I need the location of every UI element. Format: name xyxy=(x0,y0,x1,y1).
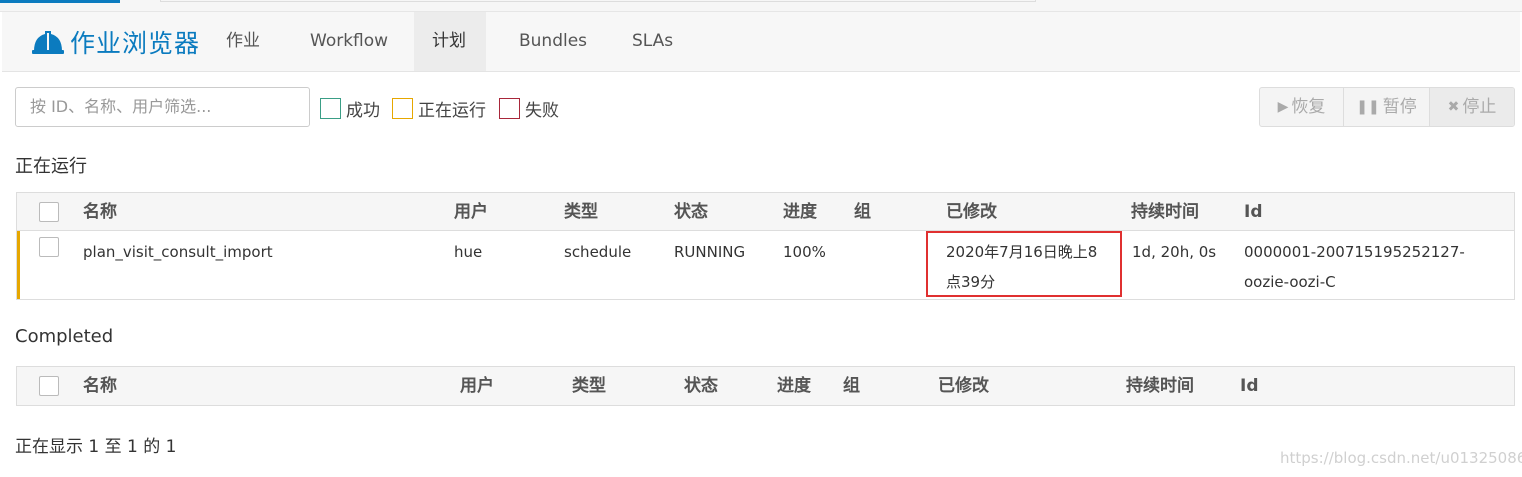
filter-success-label: 成功 xyxy=(346,100,380,121)
completed-col-type[interactable]: 类型 xyxy=(572,367,606,405)
running-checkbox[interactable] xyxy=(392,97,413,119)
tab-workflow[interactable]: Workflow xyxy=(292,12,406,71)
search-input[interactable]: 按 ID、名称、用户筛选... xyxy=(15,87,310,127)
filter-failed-label: 失败 xyxy=(525,100,559,121)
row-type: schedule xyxy=(564,243,632,261)
row-checkbox[interactable] xyxy=(39,237,59,257)
col-name[interactable]: 名称 xyxy=(83,193,117,231)
watermark: https://blog.csdn.net/u013250861 xyxy=(1280,449,1522,467)
failed-checkbox[interactable] xyxy=(499,97,520,119)
row-id: 0000001-200715195252127- oozie-oozi-C xyxy=(1244,237,1465,297)
resume-label: 恢复 xyxy=(1291,97,1326,117)
pause-button[interactable]: ❚❚ 暂停 xyxy=(1344,88,1430,126)
running-section-title: 正在运行 xyxy=(15,156,87,177)
close-icon: ✖ xyxy=(1447,99,1460,115)
col-modified[interactable]: 已修改 xyxy=(946,193,997,231)
tab-slas[interactable]: SLAs xyxy=(614,12,691,71)
col-status[interactable]: 状态 xyxy=(674,193,708,231)
completed-section-title: Completed xyxy=(15,326,114,347)
highlight-box xyxy=(926,231,1122,297)
completed-col-id[interactable]: Id xyxy=(1240,367,1259,405)
row-name[interactable]: plan_visit_consult_import xyxy=(83,237,273,267)
tab-schedule[interactable]: 计划 xyxy=(414,12,486,71)
filter-success[interactable]: 成功 xyxy=(320,96,380,121)
select-all-checkbox[interactable] xyxy=(39,202,59,222)
running-table-header: 名称 用户 类型 状态 进度 组 已修改 持续时间 Id xyxy=(17,193,1514,231)
completed-col-user[interactable]: 用户 xyxy=(460,367,494,405)
action-button-group: ▶ 恢复 ❚❚ 暂停 ✖ 停止 xyxy=(1259,87,1515,127)
brand-title: 作业浏览器 xyxy=(70,29,201,58)
completed-col-status[interactable]: 状态 xyxy=(684,367,718,405)
stop-label: 停止 xyxy=(1462,97,1497,117)
top-accent-bar xyxy=(0,0,120,3)
row-duration: 1d, 20h, 0s xyxy=(1132,243,1217,261)
browser-top-strip xyxy=(0,0,1522,12)
completed-col-modified[interactable]: 已修改 xyxy=(938,367,989,405)
resume-button[interactable]: ▶ 恢复 xyxy=(1260,88,1344,126)
success-checkbox[interactable] xyxy=(320,97,341,119)
navbar: 作业浏览器 作业 Workflow 计划 Bundles SLAs xyxy=(2,12,1520,72)
running-table: 名称 用户 类型 状态 进度 组 已修改 持续时间 Id plan_visit_… xyxy=(16,192,1515,300)
row-progress: 100% xyxy=(783,243,826,261)
filter-running-label: 正在运行 xyxy=(418,100,486,121)
tab-bundles[interactable]: Bundles xyxy=(501,12,605,71)
table-row[interactable]: plan_visit_consult_import hue schedule R… xyxy=(17,231,1514,299)
tab-jobs[interactable]: 作业 xyxy=(208,12,278,71)
col-user[interactable]: 用户 xyxy=(454,193,488,231)
play-icon: ▶ xyxy=(1277,99,1289,115)
hard-hat-icon xyxy=(32,31,64,54)
completed-table: 名称 用户 类型 状态 进度 组 已修改 持续时间 Id xyxy=(16,366,1515,406)
col-progress[interactable]: 进度 xyxy=(783,193,817,231)
stop-button[interactable]: ✖ 停止 xyxy=(1430,88,1514,126)
completed-col-duration[interactable]: 持续时间 xyxy=(1126,367,1194,405)
row-user: hue xyxy=(454,243,483,261)
col-id[interactable]: Id xyxy=(1244,193,1263,231)
completed-col-name[interactable]: 名称 xyxy=(83,367,117,405)
pause-label: 暂停 xyxy=(1382,97,1417,117)
row-status: RUNNING xyxy=(674,243,746,261)
pagination-summary: 正在显示 1 至 1 的 1 xyxy=(15,437,177,457)
row-id-line2: oozie-oozi-C xyxy=(1244,273,1336,291)
row-id-line1: 0000001-200715195252127- xyxy=(1244,243,1465,261)
filter-failed[interactable]: 失败 xyxy=(499,96,559,121)
col-group[interactable]: 组 xyxy=(854,193,871,231)
completed-table-header: 名称 用户 类型 状态 进度 组 已修改 持续时间 Id xyxy=(17,367,1514,405)
completed-select-all-checkbox[interactable] xyxy=(39,376,59,396)
completed-col-progress[interactable]: 进度 xyxy=(777,367,811,405)
pause-icon: ❚❚ xyxy=(1356,99,1380,115)
top-search-bar[interactable] xyxy=(160,0,1036,2)
col-type[interactable]: 类型 xyxy=(564,193,598,231)
brand[interactable]: 作业浏览器 xyxy=(32,26,200,58)
col-duration[interactable]: 持续时间 xyxy=(1131,193,1199,231)
completed-col-group[interactable]: 组 xyxy=(843,367,860,405)
filter-running[interactable]: 正在运行 xyxy=(392,96,486,121)
